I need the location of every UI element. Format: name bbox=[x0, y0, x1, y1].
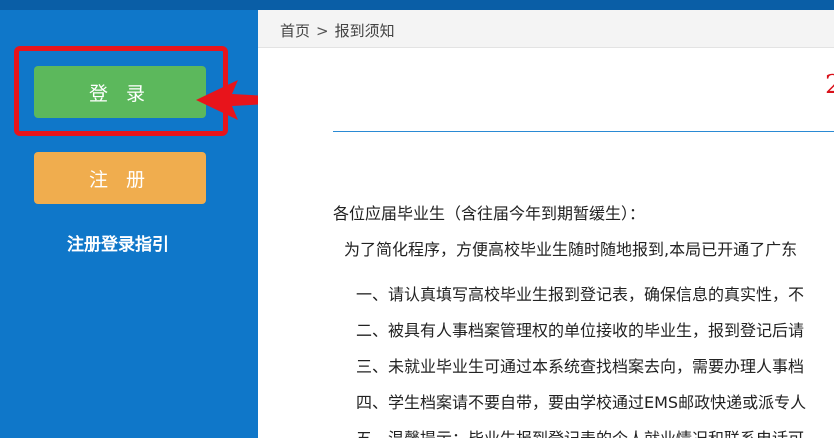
notice-item: 一、请认真填写高校毕业生报到登记表，确保信息的真实性，不 bbox=[356, 285, 805, 304]
notice-title: 2 bbox=[825, 70, 834, 100]
breadcrumb-bar: 首页 > 报到须知 bbox=[258, 10, 834, 48]
title-divider bbox=[333, 131, 834, 132]
breadcrumb: 首页 > 报到须知 bbox=[280, 20, 395, 41]
breadcrumb-current: 报到须知 bbox=[334, 22, 395, 40]
notice-intro: 为了简化程序，方便高校毕业生随时随地报到,本局已开通了广东 bbox=[344, 240, 798, 259]
notice-item: 五、温馨提示：毕业生报到登记表的个人就业情况和联系电话可 bbox=[356, 425, 804, 438]
notice-greeting: 各位应届毕业生（含往届今年到期暂缓生）： bbox=[333, 204, 646, 223]
registration-guide-link[interactable]: 注册登录指引 bbox=[0, 230, 236, 255]
notice-item: 四、学生档案请不要自带，要由学校通过EMS邮政快递或派专人 bbox=[356, 393, 807, 412]
breadcrumb-separator: > bbox=[316, 22, 329, 40]
register-button[interactable]: 注 册 bbox=[34, 152, 206, 204]
breadcrumb-home-link[interactable]: 首页 bbox=[280, 22, 310, 40]
notice-item: 三、未就业毕业生可通过本系统查找档案去向，需要办理人事档 bbox=[356, 357, 805, 376]
main-content: 首页 > 报到须知 2 各位应届毕业生（含往届今年到期暂缓生）： 为了简化程序，方便… bbox=[258, 10, 834, 438]
notice-item: 二、被具有人事档案管理权的单位接收的毕业生，报到登记后请 bbox=[356, 321, 805, 340]
top-bar bbox=[0, 0, 834, 10]
